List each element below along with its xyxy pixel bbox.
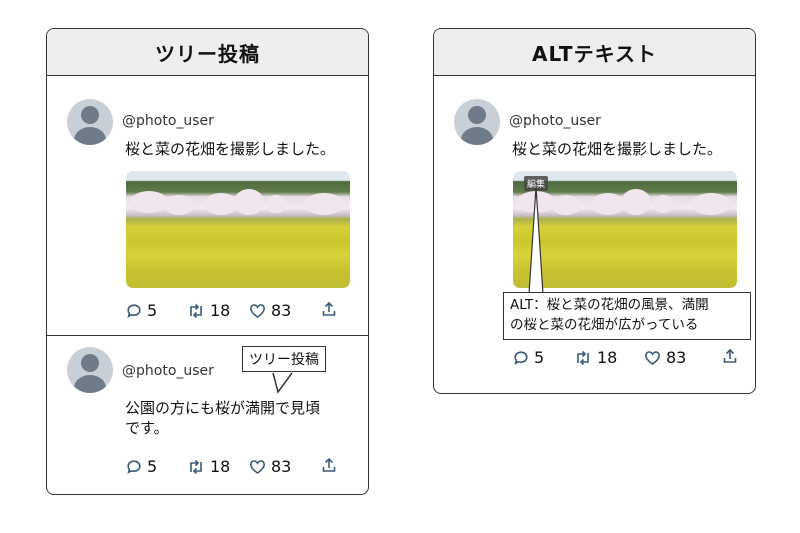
username[interactable]: @photo_user — [122, 363, 214, 379]
share-upload-icon — [322, 457, 336, 472]
reply-count: 5 — [147, 301, 158, 320]
like-count: 83 — [271, 301, 292, 320]
thread-post-panel: ツリー投稿 @photo_user 桜と菜の花畑を撮影しました。 5 18 83 — [46, 28, 369, 495]
retweet-count: 18 — [597, 348, 618, 367]
retweet-count: 18 — [210, 301, 231, 320]
reply-count: 5 — [534, 348, 545, 367]
retweet-icon — [190, 459, 202, 474]
share-upload-icon — [322, 301, 336, 316]
thread-post-callout: ツリー投稿 — [242, 346, 326, 372]
reply-button[interactable]: 5 — [126, 301, 157, 320]
username[interactable]: @photo_user — [509, 113, 601, 129]
retweet-icon — [190, 303, 202, 318]
retweet-button[interactable]: 18 — [187, 301, 230, 320]
tweet-photo[interactable]: 編集 — [513, 171, 737, 288]
heart-icon — [249, 459, 266, 474]
share-button[interactable] — [321, 457, 337, 473]
like-button[interactable]: 83 — [249, 301, 291, 320]
tweet-text-line1: 公園の方にも桜が満開で見頃 — [125, 399, 321, 417]
like-button[interactable]: 83 — [644, 348, 686, 367]
speech-bubble-icon — [127, 459, 141, 474]
speech-bubble-icon — [514, 350, 528, 365]
reply-button[interactable]: 5 — [126, 457, 157, 476]
alt-text-line1: ALT：桜と菜の花畑の風景、満開 — [510, 297, 709, 313]
heart-icon — [644, 350, 661, 365]
alt-callout-pointer — [528, 186, 544, 295]
share-upload-icon — [723, 348, 737, 363]
retweet-button[interactable]: 18 — [574, 348, 617, 367]
speech-bubble-icon — [127, 303, 141, 318]
alt-text-line2: の桜と菜の花畑が広がっている — [510, 317, 699, 333]
retweet-icon — [577, 350, 589, 365]
alt-text-box[interactable]: ALT：桜と菜の花畑の風景、満開 の桜と菜の花畑が広がっている — [503, 292, 751, 340]
heart-icon — [249, 303, 266, 318]
avatar[interactable] — [67, 347, 113, 393]
tweet-photo[interactable] — [126, 171, 350, 288]
like-count: 83 — [666, 348, 687, 367]
share-button[interactable] — [321, 301, 337, 317]
tweet-card[interactable]: @photo_user 桜と菜の花畑を撮影しました。 5 18 83 — [47, 75, 368, 335]
like-count: 83 — [271, 457, 292, 476]
avatar[interactable] — [454, 99, 500, 145]
reply-count: 5 — [147, 457, 158, 476]
panel-title: ALTテキスト — [434, 29, 755, 76]
username[interactable]: @photo_user — [122, 113, 214, 129]
tweet-card[interactable]: @photo_user 桜と菜の花畑を撮影しました。 編集 5 18 83 — [434, 75, 755, 393]
like-button[interactable]: 83 — [249, 457, 291, 476]
panel-title: ツリー投稿 — [47, 29, 368, 76]
tweet-text: 桜と菜の花畑を撮影しました。 — [512, 140, 723, 158]
retweet-button[interactable]: 18 — [187, 457, 230, 476]
avatar[interactable] — [67, 99, 113, 145]
retweet-count: 18 — [210, 457, 231, 476]
callout-pointer — [272, 372, 293, 394]
tweet-text-line2: です。 — [125, 419, 169, 437]
tweet-text: 桜と菜の花畑を撮影しました。 — [125, 140, 336, 158]
share-button[interactable] — [722, 348, 738, 364]
reply-button[interactable]: 5 — [513, 348, 544, 367]
